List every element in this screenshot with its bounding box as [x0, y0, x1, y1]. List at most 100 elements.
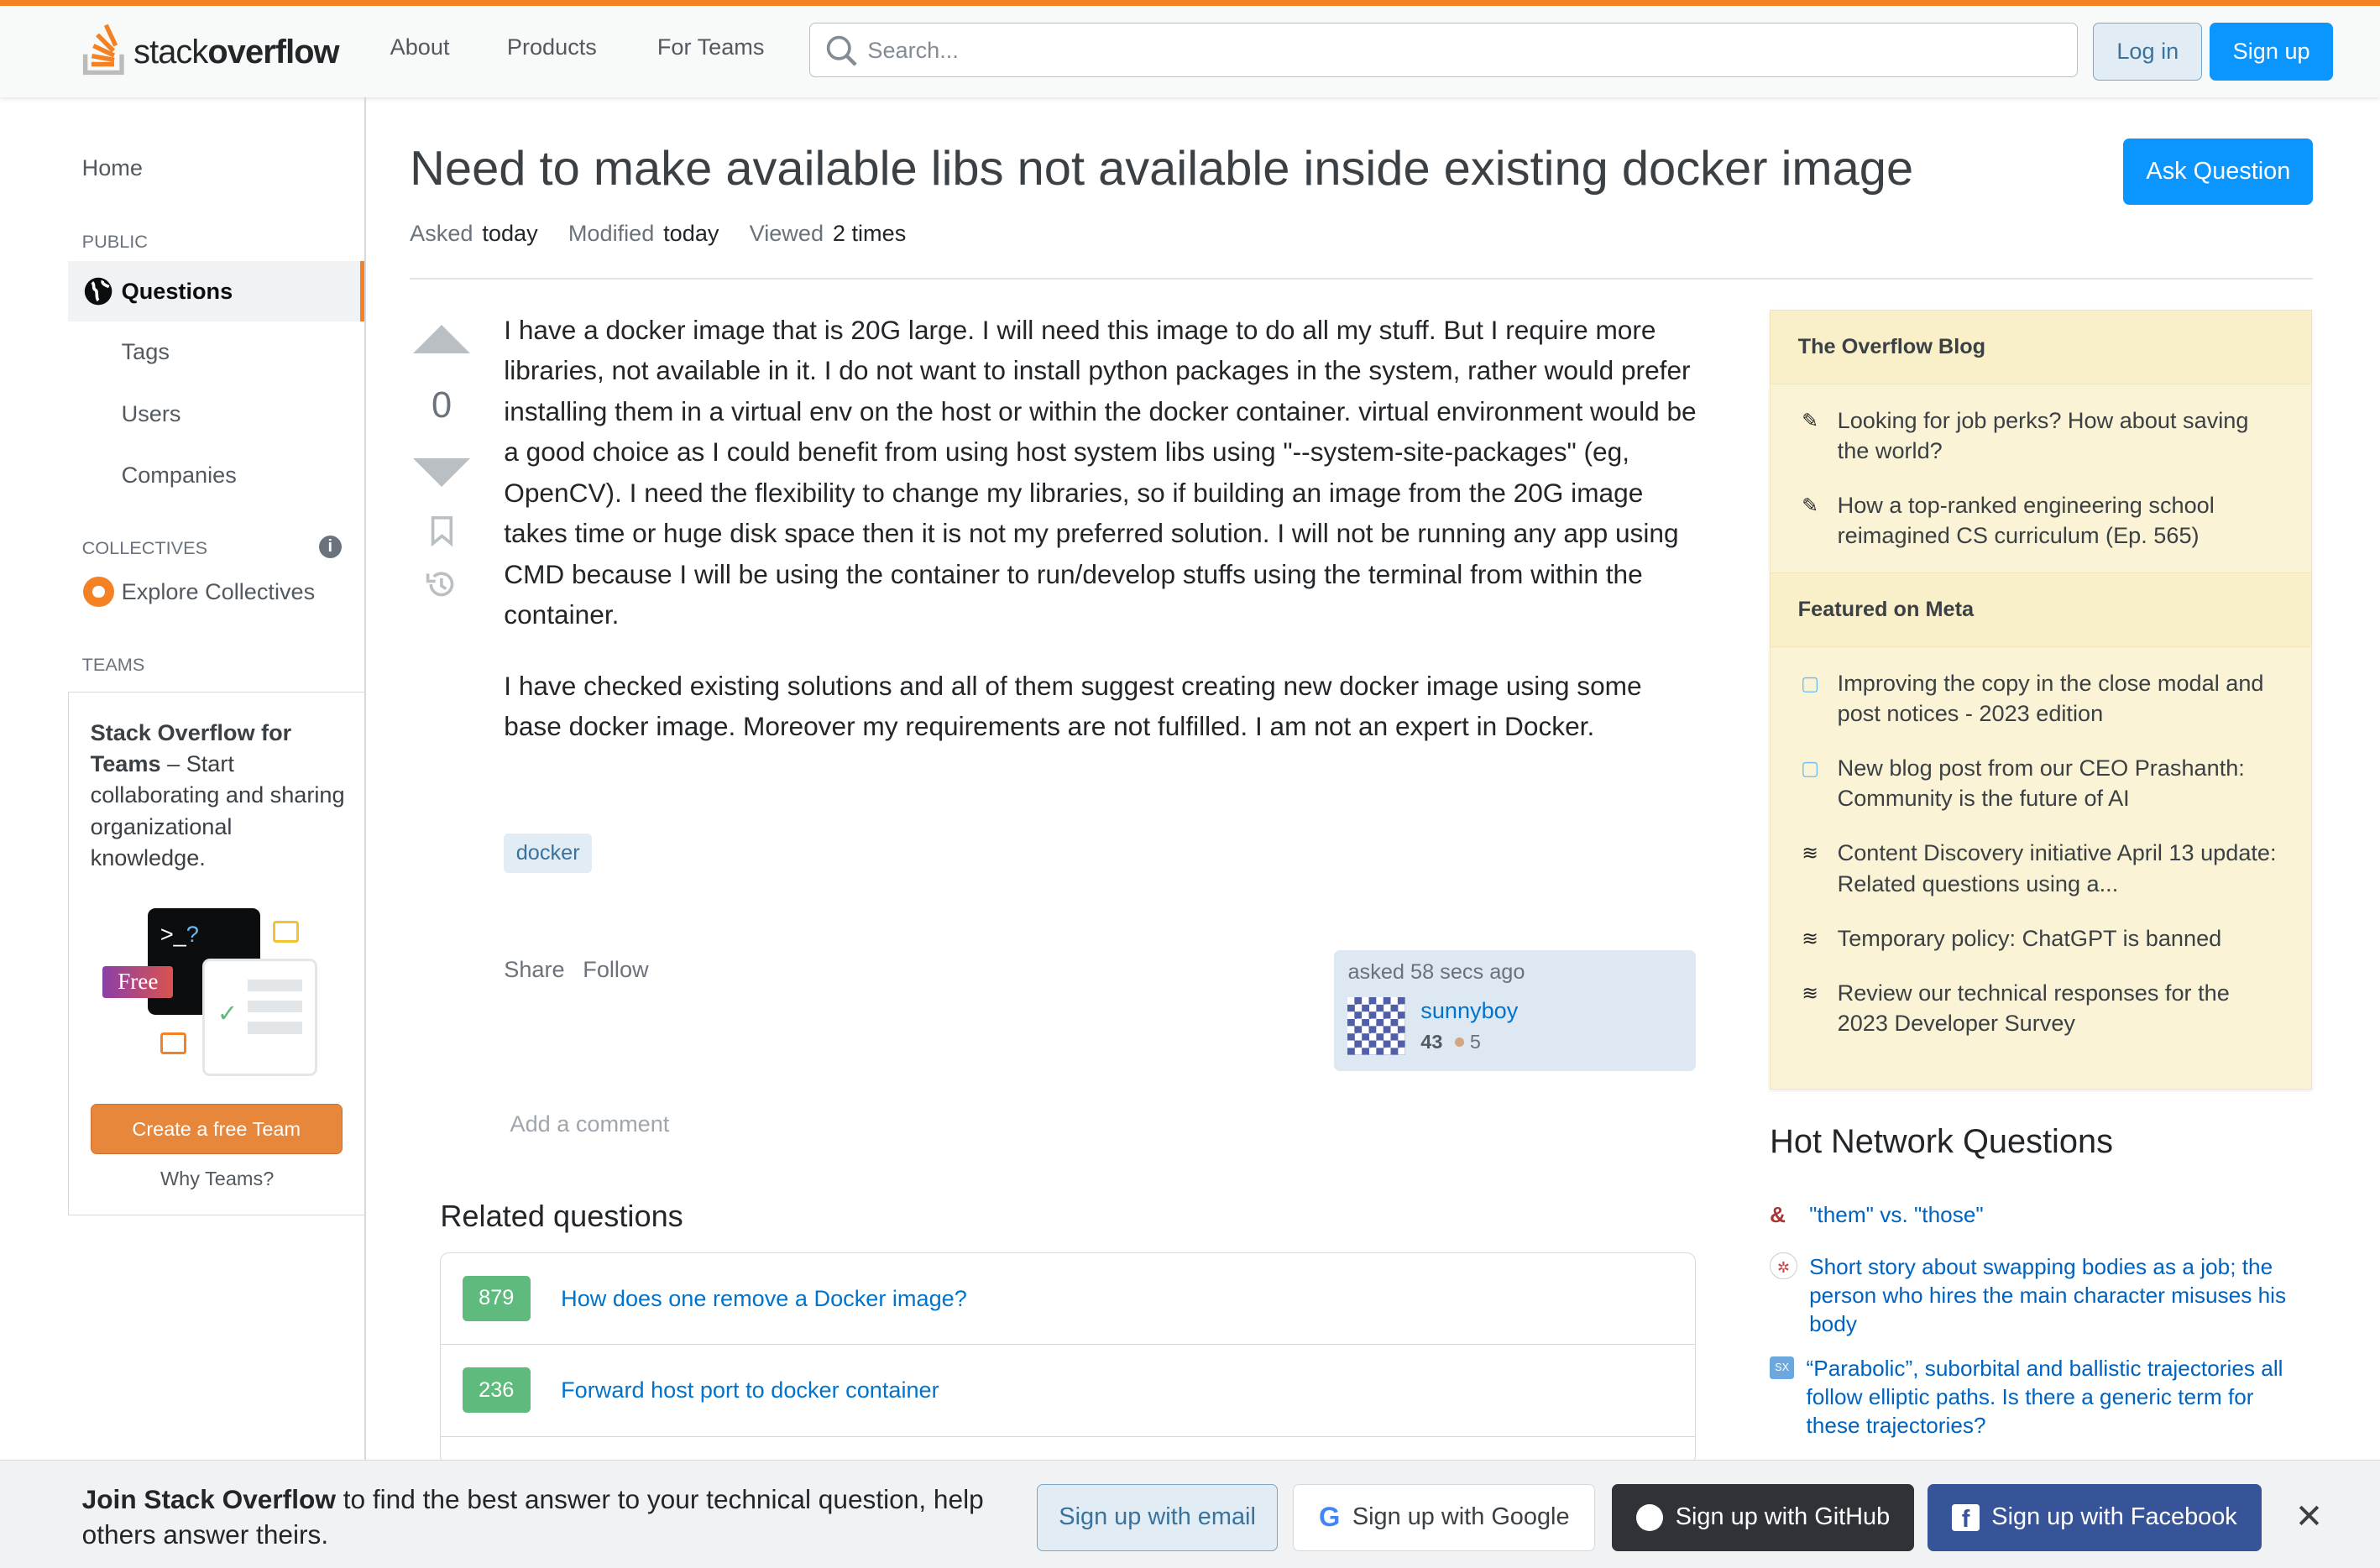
sidebar-public-label: PUBLIC: [81, 230, 148, 252]
signup-button[interactable]: Sign up: [2210, 23, 2333, 81]
history-icon[interactable]: [425, 569, 458, 599]
sidebar-item-explore-collectives[interactable]: Explore Collectives: [122, 578, 316, 605]
english-site-icon: &: [1770, 1202, 1786, 1228]
globe-icon: [85, 277, 112, 306]
info-icon[interactable]: i: [318, 536, 342, 559]
add-comment-link[interactable]: Add a comment: [510, 1111, 669, 1137]
follow-link[interactable]: Follow: [583, 956, 648, 983]
asked-label: Asked: [410, 220, 473, 247]
sidebar-item-tags[interactable]: Tags: [122, 338, 170, 365]
blog-heading: The Overflow Blog: [1771, 310, 2311, 384]
hot-questions-title: Hot Network Questions: [1770, 1122, 2113, 1160]
question-title[interactable]: Need to make available libs not availabl…: [410, 141, 1913, 196]
related-title: Related questions: [440, 1199, 683, 1234]
login-button[interactable]: Log in: [2093, 23, 2203, 81]
facebook-icon: f: [1952, 1503, 1980, 1533]
user-stats: 43 5: [1420, 1031, 1481, 1053]
worldbuilding-site-icon: ✲: [1770, 1252, 1797, 1280]
sidebar-divider: [364, 97, 366, 1463]
meta-item[interactable]: ≋ Temporary policy: ChatGPT is banned: [1771, 911, 2310, 965]
modified-label: Modified: [568, 220, 655, 247]
bronze-badge-icon: [1454, 1037, 1464, 1047]
github-label: Sign up with GitHub: [1675, 1503, 1891, 1531]
blog-item[interactable]: ✎ Looking for job perks? How about saving…: [1771, 394, 2310, 478]
create-team-button[interactable]: Create a free Team: [90, 1104, 343, 1155]
stack-icon: ≋: [1802, 927, 1818, 949]
signup-google-button[interactable]: G Sign up with Google: [1293, 1484, 1596, 1551]
meta-item-text: Review our technical responses for the 2…: [1837, 979, 2230, 1036]
related-link[interactable]: How does one remove a Docker image?: [561, 1285, 967, 1312]
hot-question-link[interactable]: "them" vs. "those": [1809, 1200, 1984, 1229]
blog-item[interactable]: ✎ How a top-ranked engineering school rei…: [1771, 478, 2310, 563]
sidebar-item-home[interactable]: Home: [82, 154, 143, 181]
viewed-label: Viewed: [749, 220, 824, 247]
sidebar-item-users[interactable]: Users: [122, 400, 181, 427]
close-banner-icon[interactable]: ✕: [2295, 1497, 2323, 1536]
user-avatar[interactable]: [1347, 996, 1406, 1055]
meta-item[interactable]: ▢ New blog post from our CEO Prashanth: C…: [1771, 741, 2310, 826]
bookmark-icon[interactable]: [430, 515, 454, 546]
google-label: Sign up with Google: [1352, 1503, 1570, 1531]
free-badge: Free: [102, 965, 174, 999]
signup-facebook-button[interactable]: f Sign up with Facebook: [1928, 1484, 2262, 1551]
nav-about[interactable]: About: [390, 34, 450, 60]
hot-question-link[interactable]: Short story about swapping bodies as a j…: [1809, 1252, 2294, 1339]
search-input[interactable]: Search...: [808, 23, 2079, 78]
meta-item[interactable]: ▢ Improving the copy in the close modal a…: [1771, 656, 2310, 740]
hot-question-item[interactable]: & "them" vs. "those": [1770, 1200, 2294, 1229]
logo-icon: [82, 24, 124, 76]
google-icon: G: [1319, 1502, 1341, 1533]
bronze-count: 5: [1469, 1030, 1481, 1053]
downvote-button[interactable]: [412, 458, 470, 487]
meta-item-text: Improving the copy in the close modal an…: [1837, 669, 2264, 727]
tag-docker[interactable]: docker: [504, 833, 593, 873]
header-divider: [410, 277, 2314, 280]
asked-value: today: [482, 220, 538, 247]
nav-products[interactable]: Products: [507, 34, 597, 60]
banner-bold: Join Stack Overflow: [81, 1484, 336, 1515]
hot-question-item[interactable]: SX “Parabolic”, suborbital and ballistic …: [1770, 1354, 2294, 1440]
teams-promo: Stack Overflow for Teams – Start collabo…: [68, 692, 365, 1216]
related-item[interactable]: 879 How does one remove a Docker image?: [441, 1253, 1695, 1346]
related-score: 236: [462, 1367, 531, 1414]
search-icon: [826, 35, 857, 66]
questions-label: Questions: [121, 277, 233, 304]
hot-question-item[interactable]: ✲ Short story about swapping bodies as a …: [1770, 1252, 2294, 1339]
signup-email-button[interactable]: Sign up with email: [1036, 1484, 1279, 1551]
collectives-icon: [83, 577, 114, 608]
related-score: 879: [462, 1275, 531, 1321]
share-link[interactable]: Share: [504, 956, 564, 983]
sidebar-teams-label: TEAMS: [81, 654, 145, 676]
hot-question-link[interactable]: “Parabolic”, suborbital and ballistic tr…: [1807, 1354, 2294, 1440]
meta-item-text: New blog post from our CEO Prashanth: Co…: [1837, 755, 2245, 812]
logo-light: stack: [133, 33, 208, 71]
nav-for-teams[interactable]: For Teams: [657, 34, 765, 60]
signup-github-button[interactable]: Sign up with GitHub: [1612, 1484, 1914, 1551]
why-teams-link[interactable]: Why Teams?: [69, 1168, 365, 1190]
related-link[interactable]: Forward host port to docker container: [561, 1377, 939, 1403]
sidebar-item-questions[interactable]: Questions: [68, 260, 364, 322]
meta-item[interactable]: ≋ Content Discovery initiative April 13 u…: [1771, 826, 2310, 911]
user-name[interactable]: sunnyboy: [1420, 997, 1518, 1024]
blog-item-text: How a top-ranked engineering school reim…: [1837, 492, 2215, 549]
reputation: 43: [1420, 1030, 1443, 1053]
body-paragraph: I have checked existing solutions and al…: [504, 670, 1642, 742]
question-meta: Asked today Modified today Viewed 2 times: [410, 220, 906, 247]
upvote-button[interactable]: [412, 325, 470, 353]
pencil-icon: ✎: [1802, 494, 1818, 517]
asked-time: asked 58 secs ago: [1347, 960, 1525, 985]
meta-item[interactable]: ≋ Review our technical responses for the …: [1771, 965, 2310, 1050]
pencil-icon: ✎: [1802, 409, 1818, 431]
modified-value: today: [663, 220, 719, 247]
stack-icon: ≋: [1802, 981, 1818, 1004]
checklist-illustration: ✓: [202, 958, 317, 1076]
comment-icon: ▢: [1801, 757, 1820, 780]
logo-text[interactable]: stackoverflow: [133, 34, 339, 71]
body-paragraph: I have a docker image that is 20G large.…: [504, 314, 1697, 630]
github-icon: [1635, 1503, 1664, 1532]
ask-question-button[interactable]: Ask Question: [2123, 138, 2314, 206]
sidebar-item-companies[interactable]: Companies: [122, 462, 237, 489]
stack-overflow-logo[interactable]: [82, 21, 131, 82]
related-item[interactable]: 236 Forward host port to docker container: [441, 1345, 1695, 1437]
banner-text: Join Stack Overflow to find the best ans…: [82, 1482, 1023, 1552]
